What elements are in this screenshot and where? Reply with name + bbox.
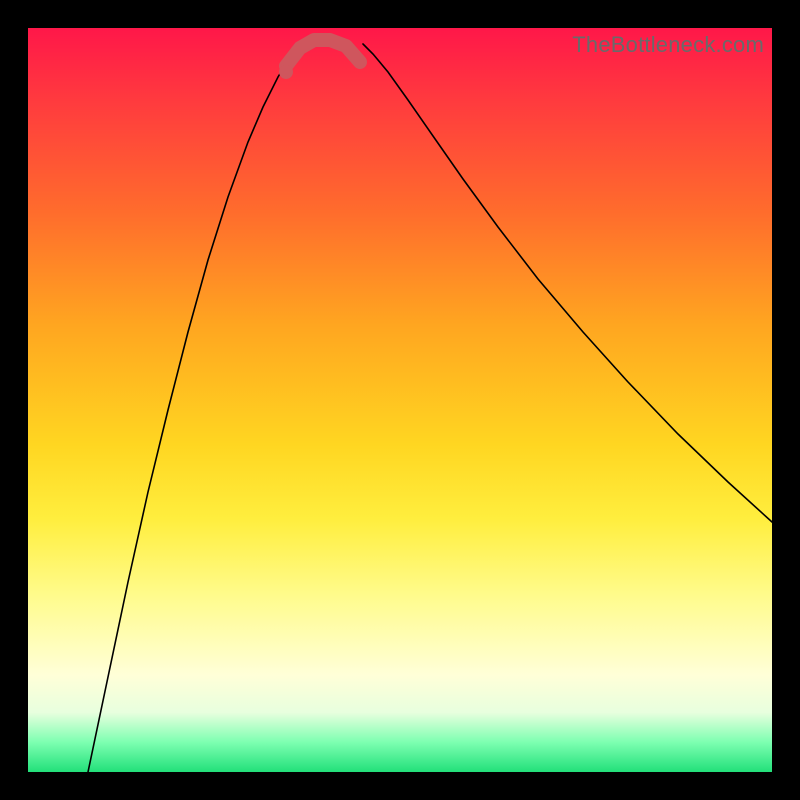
highlight-dot: [279, 65, 293, 79]
highlight-ridge: [286, 40, 360, 66]
chart-svg: [28, 28, 772, 772]
right-curve-line: [363, 44, 772, 522]
left-curve-line: [88, 42, 306, 772]
plot-area: TheBottleneck.com: [28, 28, 772, 772]
watermark-text: TheBottleneck.com: [572, 32, 764, 58]
